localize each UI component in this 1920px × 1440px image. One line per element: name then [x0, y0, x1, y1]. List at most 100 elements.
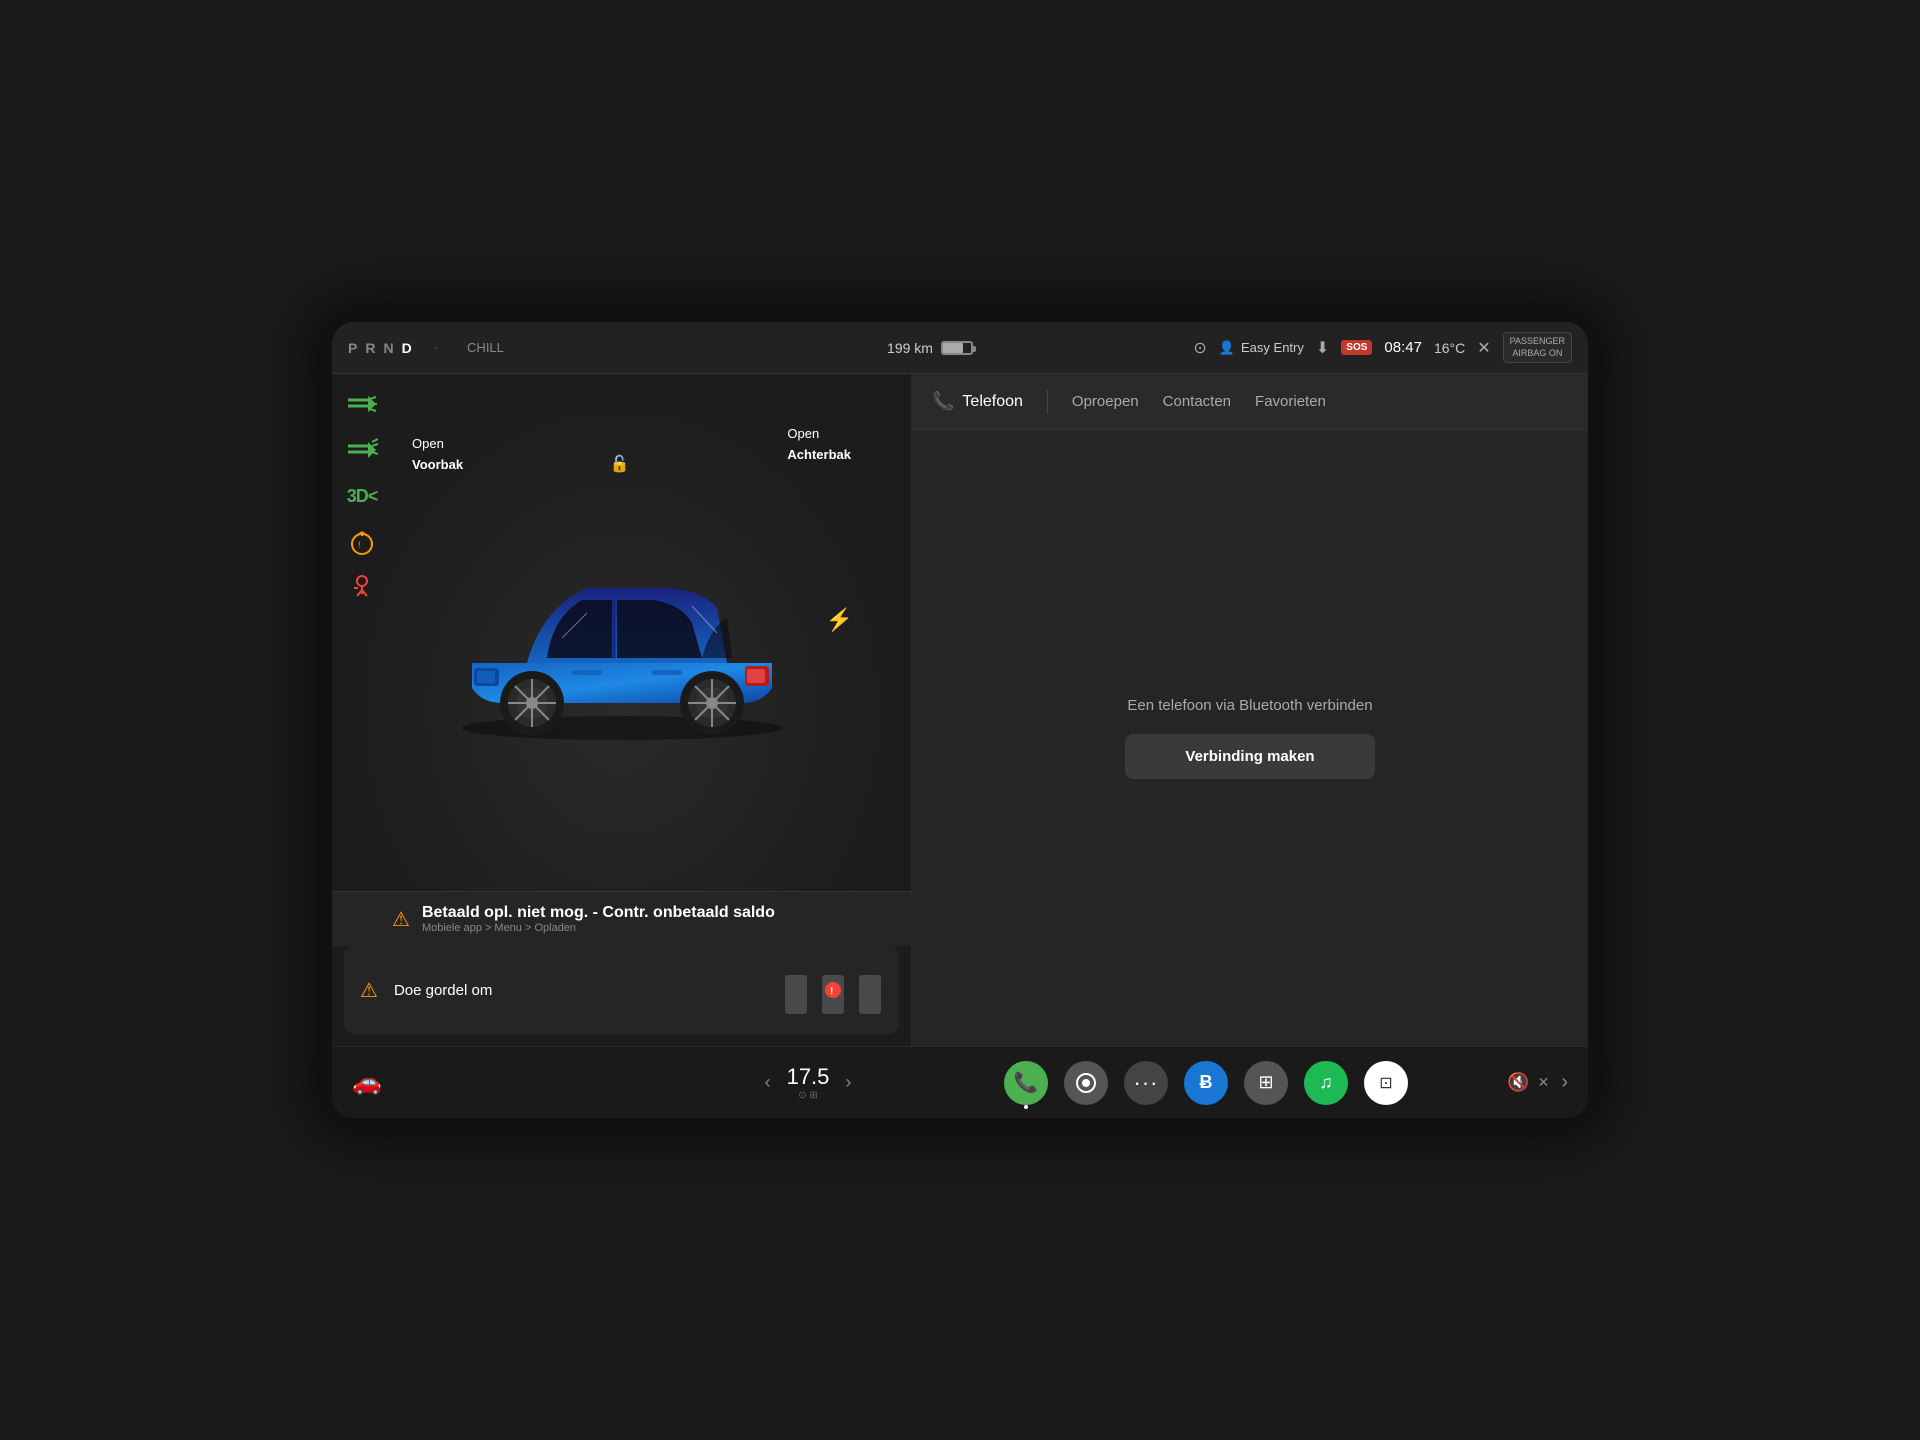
camera-icon: [1075, 1072, 1097, 1094]
svg-text:!: !: [830, 986, 833, 997]
cards-taskbar-button[interactable]: ⊞: [1244, 1061, 1288, 1105]
airbag-line2: AIRBAG ON: [1510, 348, 1565, 360]
nav-oproepen[interactable]: Oproepen: [1072, 393, 1139, 410]
phone-body: Een telefoon via Bluetooth verbinden Ver…: [912, 430, 1588, 1046]
phone-taskbar-button[interactable]: 📞: [1004, 1061, 1048, 1105]
voorbak-label[interactable]: Open Voorbak: [412, 434, 463, 476]
passenger-airbag-indicator: PASSENGER AIRBAG ON: [1503, 332, 1572, 363]
taskbar: 🚗 ‹ 17.5 ⊙ ⊞ › 📞: [332, 1046, 1588, 1118]
seatbelt-label: Doe gordel om: [394, 982, 767, 999]
battery-fill: [943, 343, 963, 353]
status-left: P R N D · CHILL: [348, 339, 668, 357]
temp-sub-icons: ⊙ ⊞: [787, 1090, 830, 1101]
temp-value-group: 17.5 ⊙ ⊞: [787, 1064, 830, 1101]
sos-badge[interactable]: SOS: [1341, 340, 1372, 355]
range-value: 199 km: [887, 340, 933, 356]
gear-d-active: D: [402, 340, 414, 356]
time-display: 08:47: [1384, 339, 1422, 356]
seatbelt-side-icon: [344, 574, 380, 602]
temp-increase-button[interactable]: ›: [845, 1072, 851, 1093]
airbag-line1: PASSENGER: [1510, 336, 1565, 348]
close-icon[interactable]: ✕: [1477, 338, 1490, 358]
right-panel: 📞 Telefoon Oproepen Contacten Favorieten…: [912, 374, 1588, 1046]
warning-title: Betaald opl. niet mog. - Contr. onbetaal…: [422, 904, 775, 922]
voorbak-line1: Open: [412, 434, 463, 455]
volume-icon: 🔇: [1507, 1072, 1529, 1093]
taskbar-left: 🚗: [352, 1068, 612, 1097]
temp-decrease-button[interactable]: ‹: [765, 1072, 771, 1093]
icon-sidebar: 3D< !: [344, 390, 380, 602]
seatbelt-alert: ⚠ Doe gordel om: [344, 946, 899, 1034]
download-icon: ⬇: [1316, 338, 1329, 358]
status-bar: P R N D · CHILL 199 km ⊙: [332, 322, 1588, 374]
taskbar-center: ‹ 17.5 ⊙ ⊞ ›: [612, 1064, 1004, 1101]
status-right: ⊙ 👤 Easy Entry ⬇ SOS 08:47 16°C ✕ PASSEN…: [1192, 332, 1572, 363]
charge-lightning-icon: ⚡: [826, 607, 853, 633]
cards-icon: ⊞: [1258, 1072, 1273, 1093]
battery-indicator: [941, 341, 973, 355]
easy-entry-label: Easy Entry: [1241, 340, 1304, 355]
volume-chevron-right[interactable]: ›: [1561, 1071, 1568, 1094]
drive-separator: ·: [434, 339, 439, 357]
phone-nav-separator: [1047, 390, 1048, 414]
warning-bar: ⚠ Betaald opl. niet mog. - Contr. onbeta…: [332, 891, 911, 946]
gear-p: P: [348, 340, 359, 356]
person-icon: 👤: [1219, 340, 1235, 356]
easy-entry-badge: 👤 Easy Entry: [1219, 340, 1304, 356]
svg-text:!: !: [358, 540, 361, 550]
gear-selector: P R N D: [348, 340, 414, 356]
range-info: 199 km: [887, 340, 973, 356]
voorbak-line2: Voorbak: [412, 457, 463, 472]
dots-icon: ···: [1134, 1070, 1159, 1096]
gear-n: N: [383, 340, 395, 356]
seatbelt-warning-icon: ⚠: [360, 978, 378, 1003]
phone-handset-icon: 📞: [932, 391, 954, 412]
warning-triangle-icon: ⚠: [392, 907, 410, 932]
temperature-value: 17.5: [787, 1064, 830, 1090]
headlight-low-icon: [344, 390, 380, 418]
home-taskbar-button[interactable]: ⊡: [1364, 1061, 1408, 1105]
volume-control[interactable]: 🔇 ✕: [1507, 1072, 1549, 1093]
achterbak-label[interactable]: Open Achterbak: [787, 424, 851, 466]
screen-bezel: P R N D · CHILL 199 km ⊙: [320, 310, 1600, 1130]
bluetooth-message: Een telefoon via Bluetooth verbinden: [1127, 697, 1372, 714]
spotify-icon: ♫: [1319, 1072, 1333, 1093]
connect-bluetooth-button[interactable]: Verbinding maken: [1125, 734, 1374, 779]
home-icon: ⊡: [1379, 1073, 1392, 1093]
active-indicator: [1024, 1105, 1028, 1109]
spotify-taskbar-button[interactable]: ♫: [1304, 1061, 1348, 1105]
profile-icon: ⊙: [1193, 338, 1206, 358]
nav-favorieten[interactable]: Favorieten: [1255, 393, 1326, 410]
status-center: 199 km: [668, 340, 1192, 356]
left-panel: 3D< !: [332, 374, 912, 1046]
seat-icons-group: !: [783, 960, 883, 1020]
warning-subtitle: Mobiele app > Menu > Opladen: [422, 922, 775, 934]
seat-illustration: !: [783, 960, 883, 1020]
temperature-control: 17.5 ⊙ ⊞: [787, 1064, 830, 1101]
car-taskbar-icon[interactable]: 🚗: [352, 1068, 382, 1097]
headlight-high-icon: [344, 436, 380, 464]
seat-display: !: [783, 960, 883, 1020]
camera-taskbar-button[interactable]: [1064, 1061, 1108, 1105]
main-content: 3D< !: [332, 374, 1588, 1046]
phone-title-group: 📞 Telefoon: [932, 391, 1023, 412]
warning-content: Betaald opl. niet mog. - Contr. onbetaal…: [422, 904, 775, 934]
car-illustration: [432, 518, 812, 748]
car-lock-icon[interactable]: 🔓: [610, 454, 630, 474]
bluetooth-taskbar-button[interactable]: Ƀ: [1184, 1061, 1228, 1105]
nav-contacten[interactable]: Contacten: [1163, 393, 1231, 410]
drive-mode: CHILL: [467, 340, 504, 355]
more-options-button[interactable]: ···: [1124, 1061, 1168, 1105]
temperature-display: 16°C: [1434, 340, 1465, 356]
gear-r: R: [365, 340, 377, 356]
main-screen: P R N D · CHILL 199 km ⊙: [332, 322, 1588, 1118]
taskbar-icons: 📞 ··· Ƀ ⊞: [1004, 1061, 1408, 1105]
phone-header: 📞 Telefoon Oproepen Contacten Favorieten: [912, 374, 1588, 430]
tire-pressure-icon: !: [344, 528, 380, 556]
phone-title-label: Telefoon: [962, 393, 1023, 411]
phone-icon-task: 📞: [1014, 1070, 1039, 1095]
bluetooth-icon: Ƀ: [1200, 1072, 1213, 1093]
fog-light-icon: 3D<: [344, 482, 380, 510]
taskbar-right: 🔇 ✕ ›: [1408, 1071, 1568, 1094]
achterbak-line1: Open: [787, 424, 851, 445]
